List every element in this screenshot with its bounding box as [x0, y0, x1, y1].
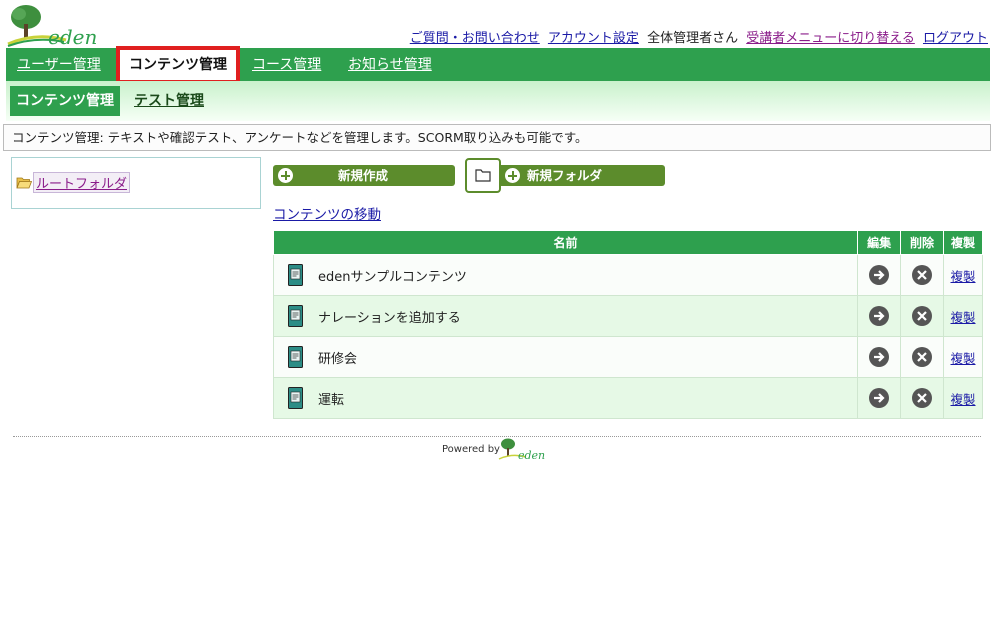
logout-link[interactable]: ログアウト	[923, 31, 988, 46]
nav-course-management[interactable]: コース管理	[252, 48, 321, 81]
new-create-button[interactable]: 新規作成	[273, 165, 455, 186]
main-nav: ユーザー管理 コンテンツ管理 コース管理 お知らせ管理	[6, 46, 990, 84]
edit-arrow-icon[interactable]	[869, 306, 890, 326]
footer: Powered by eden	[442, 438, 552, 464]
tree-root-item[interactable]: ルートフォルダ	[16, 172, 131, 193]
folder-tree: ルートフォルダ	[11, 157, 261, 209]
nav-user-management[interactable]: ユーザー管理	[17, 48, 101, 81]
header-name[interactable]: 名前	[272, 230, 859, 255]
new-create-label: 新規作成	[337, 168, 388, 183]
content-book-icon	[288, 387, 303, 409]
table-row: edenサンプルコンテンツ 複製	[272, 254, 983, 296]
copy-link[interactable]: 複製	[951, 269, 976, 284]
folder-icon	[475, 169, 491, 182]
edit-arrow-icon[interactable]	[869, 388, 890, 408]
move-contents-link[interactable]: コンテンツの移動	[273, 203, 381, 223]
plus-icon	[505, 168, 520, 183]
contents-table: 名前 編集 削除 複製 edenサンプルコンテンツ 複製 ナレーションを追加する…	[272, 230, 983, 419]
top-links: ご質問・お問い合わせ アカウント設定 全体管理者さん 受講者メニューに切り替える…	[406, 27, 988, 46]
delete-x-icon[interactable]	[912, 388, 933, 408]
switch-learner-menu-link[interactable]: 受講者メニューに切り替える	[746, 31, 915, 46]
content-name[interactable]: edenサンプルコンテンツ	[318, 266, 467, 285]
content-book-icon	[288, 346, 303, 368]
root-folder-link[interactable]: ルートフォルダ	[33, 172, 131, 193]
plus-icon	[278, 168, 293, 183]
delete-x-icon[interactable]	[912, 306, 933, 326]
current-user-label: 全体管理者さん	[647, 31, 739, 46]
delete-x-icon[interactable]	[912, 347, 933, 367]
table-row: ナレーションを追加する 複製	[272, 295, 983, 337]
new-folder-button[interactable]: 新規フォルダ	[500, 165, 665, 186]
header-delete: 削除	[900, 230, 945, 255]
header-edit: 編集	[857, 230, 902, 255]
svg-text:eden: eden	[48, 25, 97, 48]
account-settings-link[interactable]: アカウント設定	[548, 31, 639, 46]
contact-link[interactable]: ご質問・お問い合わせ	[410, 31, 540, 46]
footer-divider	[13, 436, 981, 437]
edit-arrow-icon[interactable]	[869, 347, 890, 367]
page-description: コンテンツ管理: テキストや確認テスト、アンケートなどを管理します。SCORM取…	[3, 124, 991, 151]
copy-link[interactable]: 複製	[951, 310, 976, 325]
delete-x-icon[interactable]	[912, 265, 933, 285]
subnav-contents-management[interactable]: コンテンツ管理	[10, 86, 120, 116]
table-row: 研修会 複製	[272, 336, 983, 378]
svg-text:eden: eden	[518, 449, 545, 462]
new-folder-label: 新規フォルダ	[527, 168, 603, 183]
content-name[interactable]: 運転	[318, 389, 344, 408]
copy-link[interactable]: 複製	[951, 392, 976, 407]
eden-logo: eden	[7, 5, 97, 48]
folder-icon-button[interactable]	[465, 158, 501, 193]
sub-nav: コンテンツ管理 テスト管理	[6, 81, 990, 121]
nav-notice-management[interactable]: お知らせ管理	[348, 48, 432, 81]
table-row: 運転 複製	[272, 377, 983, 419]
subnav-test-management[interactable]: テスト管理	[134, 86, 204, 116]
content-book-icon	[288, 305, 303, 327]
content-name[interactable]: ナレーションを追加する	[318, 307, 461, 326]
table-header-row: 名前 編集 削除 複製	[272, 230, 983, 255]
nav-contents-management[interactable]: コンテンツ管理	[116, 46, 240, 84]
edit-arrow-icon[interactable]	[869, 265, 890, 285]
content-name[interactable]: 研修会	[318, 348, 357, 367]
copy-link[interactable]: 複製	[951, 351, 976, 366]
footer-eden-logo: eden	[498, 438, 545, 462]
content-book-icon	[288, 264, 303, 286]
open-folder-icon	[16, 177, 32, 189]
powered-by-label: Powered by	[442, 444, 500, 455]
header-copy: 複製	[943, 230, 983, 255]
